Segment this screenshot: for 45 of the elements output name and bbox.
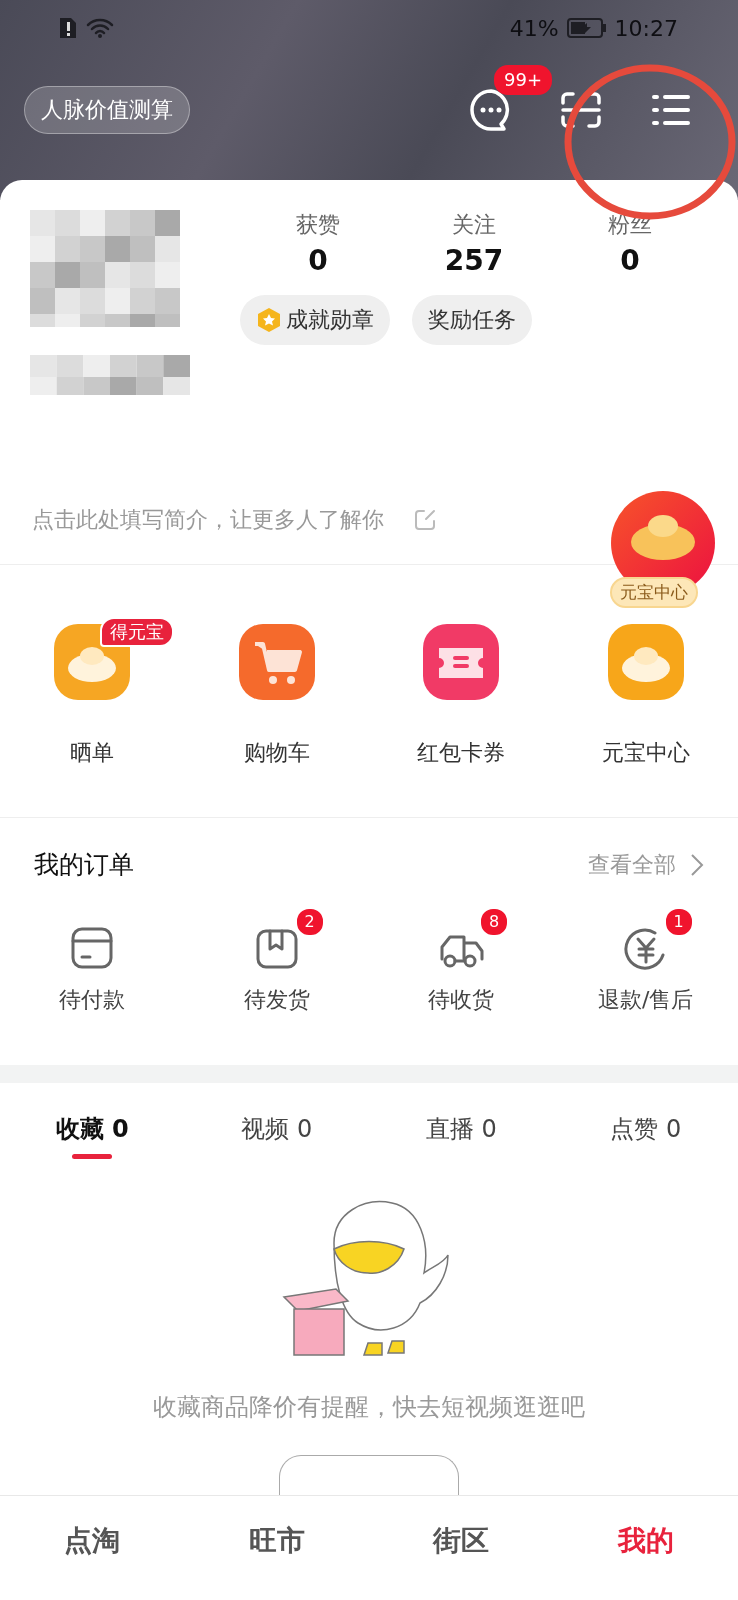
nav-tab[interactable]: 街区 xyxy=(369,1496,554,1600)
reward-task-button[interactable]: 奖励任务 xyxy=(412,295,532,345)
section-title: 我的订单 xyxy=(34,849,134,881)
reward-tag: 得元宝 xyxy=(100,617,174,647)
count-badge: 8 xyxy=(479,907,510,937)
nav-tab[interactable]: 点淘 xyxy=(0,1496,185,1600)
sim-card-icon xyxy=(58,16,78,40)
content-tab[interactable]: 视频 0 xyxy=(241,1113,313,1159)
wallet-icon xyxy=(69,925,116,971)
stat-value: 257 xyxy=(444,244,504,277)
content-tab[interactable]: 点赞 0 xyxy=(610,1113,682,1159)
shortcut-item[interactable]: 红包卡券 xyxy=(369,621,554,769)
battery-percent: 41% xyxy=(509,15,559,41)
chevron-right-icon xyxy=(690,852,704,877)
scan-icon xyxy=(561,92,601,128)
shortcut-item[interactable]: 购物车 xyxy=(184,621,369,769)
content-tab[interactable]: 直播 0 xyxy=(425,1113,497,1159)
coupon-icon xyxy=(421,622,502,702)
order-status-item[interactable]: 8 待收货 xyxy=(369,907,554,1015)
stat-value: 0 xyxy=(620,244,640,277)
shortcut-item[interactable]: 元宝中心 xyxy=(553,621,738,769)
ingot-center-button[interactable]: 元宝中心 xyxy=(608,490,718,608)
stat-label: 获赞 xyxy=(296,211,340,239)
wifi-icon xyxy=(86,17,114,39)
stat-value: 0 xyxy=(308,244,328,277)
empty-state-message: 收藏商品降价有提醒，快去短视频逛逛吧 xyxy=(153,1392,585,1423)
ingot-center-label: 元宝中心 xyxy=(610,577,698,608)
count-badge: 2 xyxy=(294,907,325,937)
count-badge: 1 xyxy=(663,907,694,937)
nav-tab[interactable]: 旺市 xyxy=(184,1496,369,1600)
ingot-icon xyxy=(605,622,686,702)
network-value-button[interactable]: 人脉价值测算 xyxy=(24,86,190,134)
stat-label: 关注 xyxy=(452,211,496,239)
order-status-item[interactable]: 2 待发货 xyxy=(184,907,369,1015)
battery-icon xyxy=(566,18,607,38)
achievement-button[interactable]: 成就勋章 xyxy=(240,295,390,345)
order-status-item[interactable]: 1 退款/售后 xyxy=(553,907,738,1015)
cart-icon xyxy=(236,622,317,702)
medal-icon xyxy=(256,307,282,333)
message-count-badge: 99+ xyxy=(494,65,552,95)
content-tab[interactable]: 收藏 0 xyxy=(55,1113,129,1159)
nav-tab[interactable]: 我的 xyxy=(553,1496,738,1600)
menu-icon xyxy=(651,93,691,127)
order-status-item[interactable]: 待付款 xyxy=(0,907,185,1015)
clock-time: 10:27 xyxy=(614,15,678,41)
